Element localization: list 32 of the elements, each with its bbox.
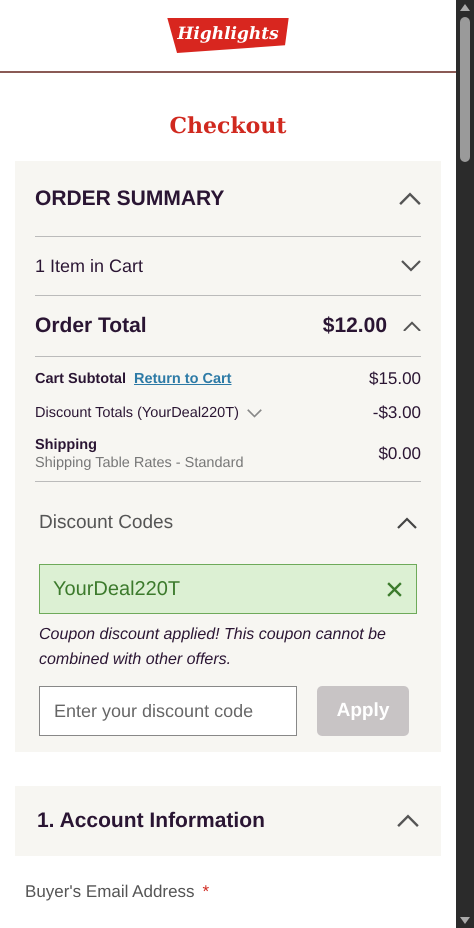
order-total-label: Order Total xyxy=(35,314,147,338)
close-icon[interactable] xyxy=(386,580,403,598)
line-label: Discount Totals (YourDeal220T) xyxy=(35,405,239,421)
discount-codes-title: Discount Codes xyxy=(39,512,174,534)
line-detail: Shipping Table Rates - Standard xyxy=(35,455,244,471)
line-amount: $0.00 xyxy=(378,444,421,464)
scroll-down-icon[interactable] xyxy=(460,917,470,924)
line-label: Shipping xyxy=(35,437,98,453)
discount-code-field[interactable]: Enter your discount code xyxy=(39,686,297,736)
logo[interactable]: Highlights xyxy=(167,18,289,53)
order-total-amount: $12.00 xyxy=(322,314,387,338)
section-title: 1. Account Information xyxy=(37,809,265,833)
scrollbar[interactable] xyxy=(456,0,474,928)
chevron-down-icon[interactable] xyxy=(401,260,421,272)
chevron-down-icon[interactable] xyxy=(246,408,262,418)
chevron-up-icon[interactable] xyxy=(397,814,419,828)
required-mark: * xyxy=(202,882,210,902)
chevron-up-icon[interactable] xyxy=(399,192,421,206)
return-link[interactable]: Return to Cart xyxy=(134,371,232,387)
cart-label[interactable]: 1 Item in Cart xyxy=(35,256,144,276)
section-title: ORDER SUMMARY xyxy=(35,186,224,210)
code-text: YourDeal220T xyxy=(53,578,180,600)
scroll-thumb[interactable] xyxy=(460,17,470,162)
page-title: Checkout xyxy=(168,113,288,139)
line-amount: $15.00 xyxy=(369,369,421,389)
email-label: Buyer's Email Address xyxy=(25,882,195,902)
chevron-up-icon[interactable] xyxy=(403,320,421,332)
coupon-message: Coupon discount applied! This coupon cannot be combined with other offers. xyxy=(39,625,387,670)
chevron-up-icon[interactable] xyxy=(397,517,417,529)
scroll-up-icon[interactable] xyxy=(460,4,470,11)
line-label: Cart Subtotal xyxy=(35,371,126,387)
line-amount: -$3.00 xyxy=(372,403,421,423)
